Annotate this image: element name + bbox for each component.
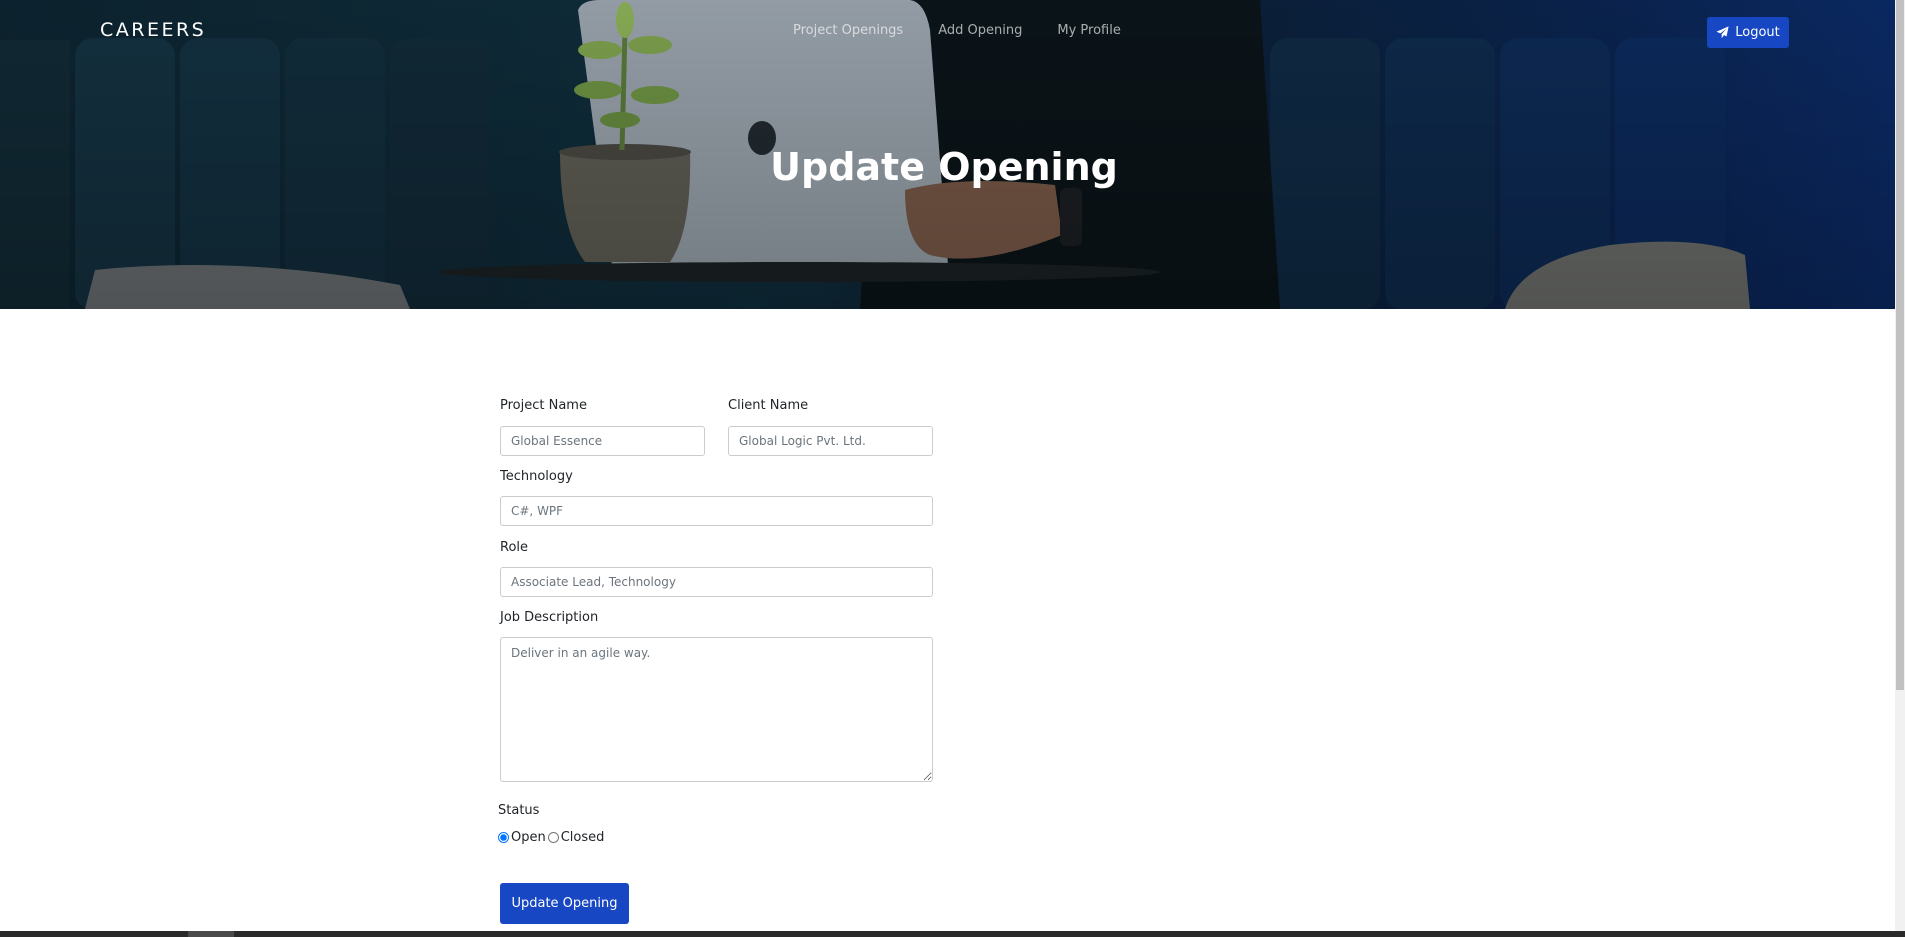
client-name-input[interactable] [728,426,933,456]
page-title: Update Opening [770,145,1118,189]
role-input[interactable] [500,567,933,597]
technology-label: Technology [500,469,573,484]
technology-input[interactable] [500,496,933,526]
status-open-label[interactable]: Open [511,830,546,845]
nav-my-profile[interactable]: My Profile [1057,23,1120,38]
horizontal-scrollbar-thumb[interactable] [188,931,234,937]
nav-add-opening[interactable]: Add Opening [938,23,1022,38]
nav-project-openings[interactable]: Project Openings [793,23,903,38]
vertical-scrollbar-thumb[interactable] [1896,0,1904,690]
vertical-scrollbar[interactable] [1895,0,1905,937]
logout-label: Logout [1735,25,1780,40]
role-label: Role [500,540,529,555]
brand-logo[interactable]: CAREERS [100,19,206,41]
status-open-radio[interactable] [498,832,509,843]
status-closed-label[interactable]: Closed [561,830,605,845]
status-closed-radio[interactable] [547,832,559,843]
job-description-label: Job Description [500,610,599,625]
status-label: Status [498,803,540,818]
update-opening-button[interactable]: Update Opening [500,883,629,924]
client-name-label: Client Name [728,398,809,413]
main-nav: Project Openings Add Opening My Profile [793,23,1121,38]
horizontal-scrollbar[interactable] [0,931,1905,937]
paper-plane-icon [1716,26,1729,39]
project-name-input[interactable] [500,426,705,456]
hero-banner: CAREERS Project Openings Add Opening My … [0,0,1895,309]
project-name-label: Project Name [500,398,587,413]
logout-button[interactable]: Logout [1707,17,1789,48]
status-radio-group: Open Closed [498,830,606,845]
job-description-textarea[interactable]: Deliver in an agile way. [500,637,933,782]
